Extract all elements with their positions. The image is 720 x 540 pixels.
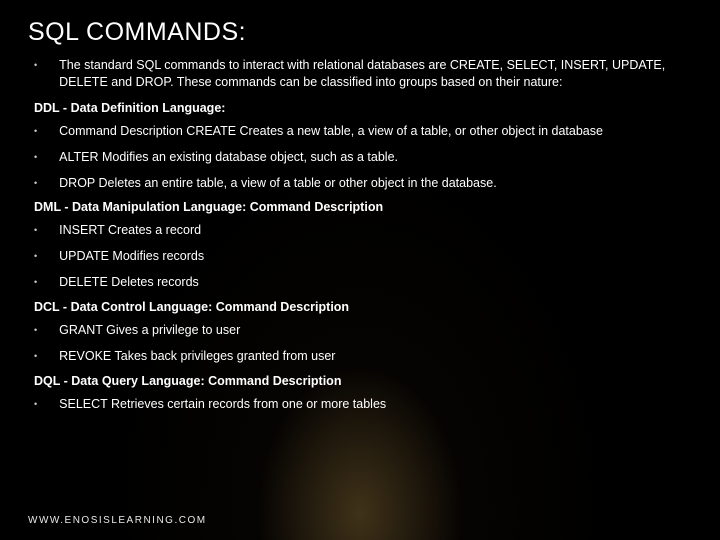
bullet-icon: • [34, 351, 37, 361]
bullet-icon: • [34, 325, 37, 335]
list-item: • Command Description CREATE Creates a n… [28, 123, 692, 140]
bullet-icon: • [34, 277, 37, 287]
item-text: REVOKE Takes back privileges granted fro… [59, 348, 335, 365]
list-item: • UPDATE Modifies records [28, 248, 692, 265]
bullet-icon: • [34, 251, 37, 261]
item-text: Command Description CREATE Creates a new… [59, 123, 603, 140]
list-item: • INSERT Creates a record [28, 222, 692, 239]
bullet-icon: • [34, 225, 37, 235]
list-item: • GRANT Gives a privilege to user [28, 322, 692, 339]
section-heading-dql: DQL - Data Query Language: Command Descr… [34, 374, 692, 388]
bullet-icon: • [34, 60, 37, 70]
slide-title: SQL COMMANDS: [28, 18, 692, 47]
item-text: INSERT Creates a record [59, 222, 201, 239]
bullet-icon: • [34, 399, 37, 409]
item-text: DROP Deletes an entire table, a view of … [59, 175, 497, 192]
section-heading-dml: DML - Data Manipulation Language: Comman… [34, 200, 692, 214]
item-text: ALTER Modifies an existing database obje… [59, 149, 398, 166]
intro-row: • The standard SQL commands to interact … [28, 57, 692, 91]
bullet-icon: • [34, 152, 37, 162]
item-text: UPDATE Modifies records [59, 248, 204, 265]
list-item: • DELETE Deletes records [28, 274, 692, 291]
footer-url: WWW.ENOSISLEARNING.COM [28, 515, 207, 526]
bullet-icon: • [34, 178, 37, 188]
item-text: GRANT Gives a privilege to user [59, 322, 240, 339]
list-item: • DROP Deletes an entire table, a view o… [28, 175, 692, 192]
section-heading-dcl: DCL - Data Control Language: Command Des… [34, 300, 692, 314]
item-text: DELETE Deletes records [59, 274, 199, 291]
list-item: • SELECT Retrieves certain records from … [28, 396, 692, 413]
intro-text: The standard SQL commands to interact wi… [59, 57, 692, 91]
list-item: • REVOKE Takes back privileges granted f… [28, 348, 692, 365]
bullet-icon: • [34, 126, 37, 136]
section-heading-ddl: DDL - Data Definition Language: [34, 101, 692, 115]
list-item: • ALTER Modifies an existing database ob… [28, 149, 692, 166]
item-text: SELECT Retrieves certain records from on… [59, 396, 386, 413]
